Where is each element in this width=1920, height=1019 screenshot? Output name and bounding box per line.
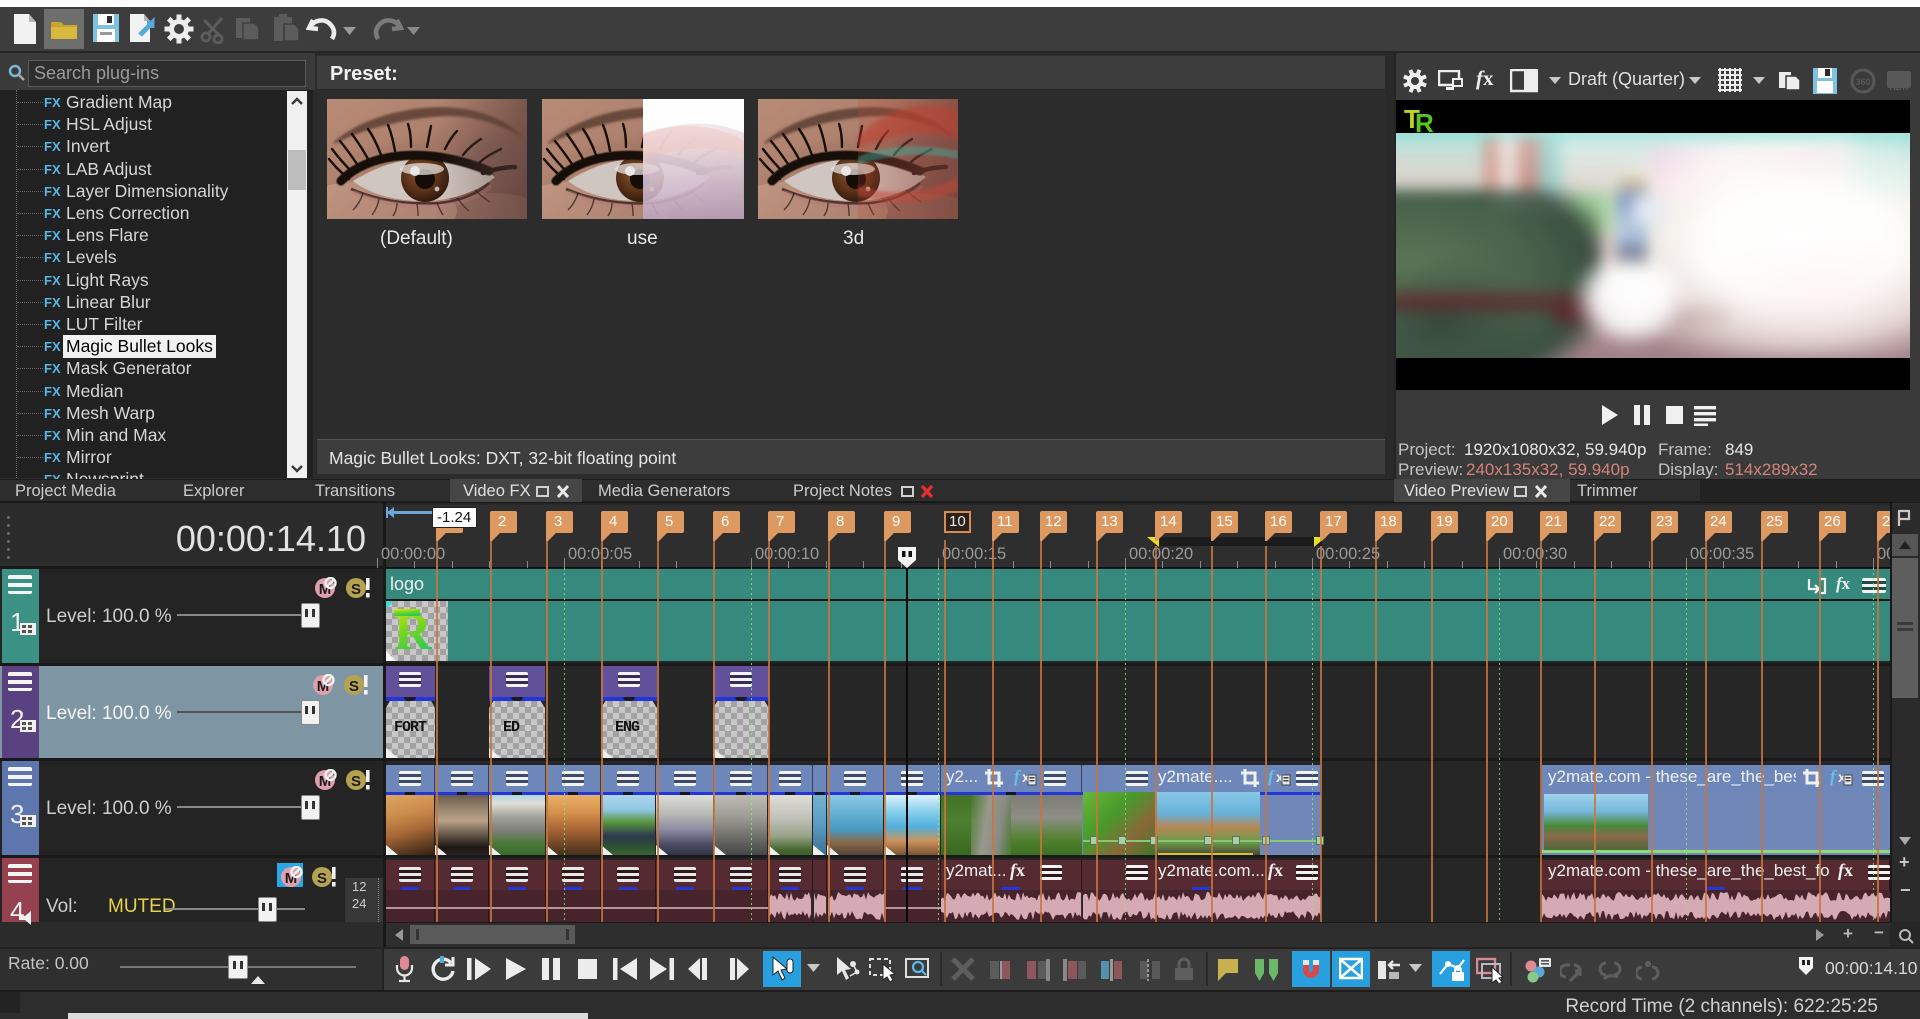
svg-text:f: f: [1830, 767, 1838, 786]
svg-text:S: S: [351, 773, 361, 790]
svg-text:HDR: HDR: [1889, 82, 1909, 92]
svg-text:S: S: [349, 678, 359, 695]
svg-text:f: f: [1268, 767, 1276, 786]
svg-text:4: 4: [10, 896, 24, 926]
svg-text:S: S: [317, 870, 327, 887]
svg-text:360: 360: [1855, 77, 1870, 87]
svg-text:f: f: [1014, 767, 1022, 786]
svg-text:S: S: [351, 581, 361, 598]
svg-text:R: R: [1415, 108, 1434, 136]
